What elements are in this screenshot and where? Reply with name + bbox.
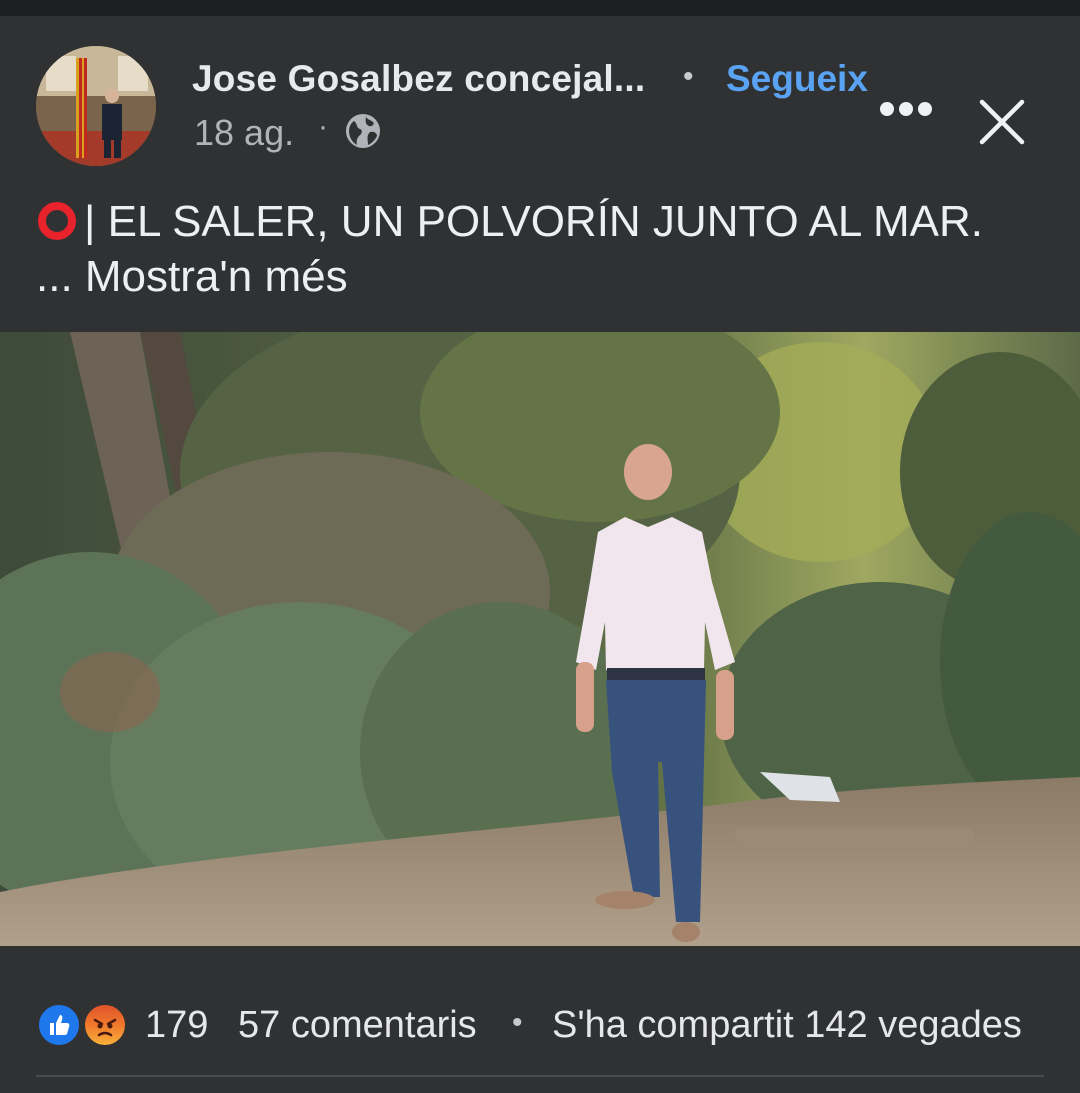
reactions-summary[interactable] [36, 1000, 136, 1048]
post-header: Jose Gosalbez concejal... • Segueix 18 a… [0, 16, 1080, 186]
post-caption: | EL SALER, UN POLVORÍN JUNTO AL MAR. [36, 196, 983, 248]
reaction-count[interactable]: 179 [145, 1004, 208, 1047]
caption-text: | EL SALER, UN POLVORÍN JUNTO AL MAR. [84, 197, 983, 246]
globe-icon [346, 114, 380, 148]
header-separator: • [683, 60, 694, 93]
divider [36, 1075, 1044, 1077]
footer-separator: • [512, 1006, 523, 1039]
date-separator: · [318, 110, 328, 143]
avatar-image [36, 46, 156, 166]
video-frame [0, 332, 1080, 946]
status-bar [0, 0, 1080, 16]
comments-count[interactable]: 57 comentaris [238, 1004, 477, 1047]
post-video[interactable] [0, 332, 1080, 946]
author-avatar[interactable] [36, 46, 156, 166]
author-name[interactable]: Jose Gosalbez concejal... [192, 58, 645, 100]
shares-count[interactable]: S'ha compartit 142 vegades [552, 1004, 1022, 1047]
follow-button[interactable]: Segueix [726, 58, 868, 100]
like-icon [36, 1002, 82, 1048]
see-more-link[interactable]: ... Mostra'n més [36, 252, 348, 302]
red-circle-icon [38, 202, 76, 240]
post-date[interactable]: 18 ag. [194, 112, 294, 154]
angry-icon [82, 1002, 128, 1048]
more-options-icon[interactable] [880, 102, 932, 118]
close-icon[interactable] [978, 98, 1026, 146]
